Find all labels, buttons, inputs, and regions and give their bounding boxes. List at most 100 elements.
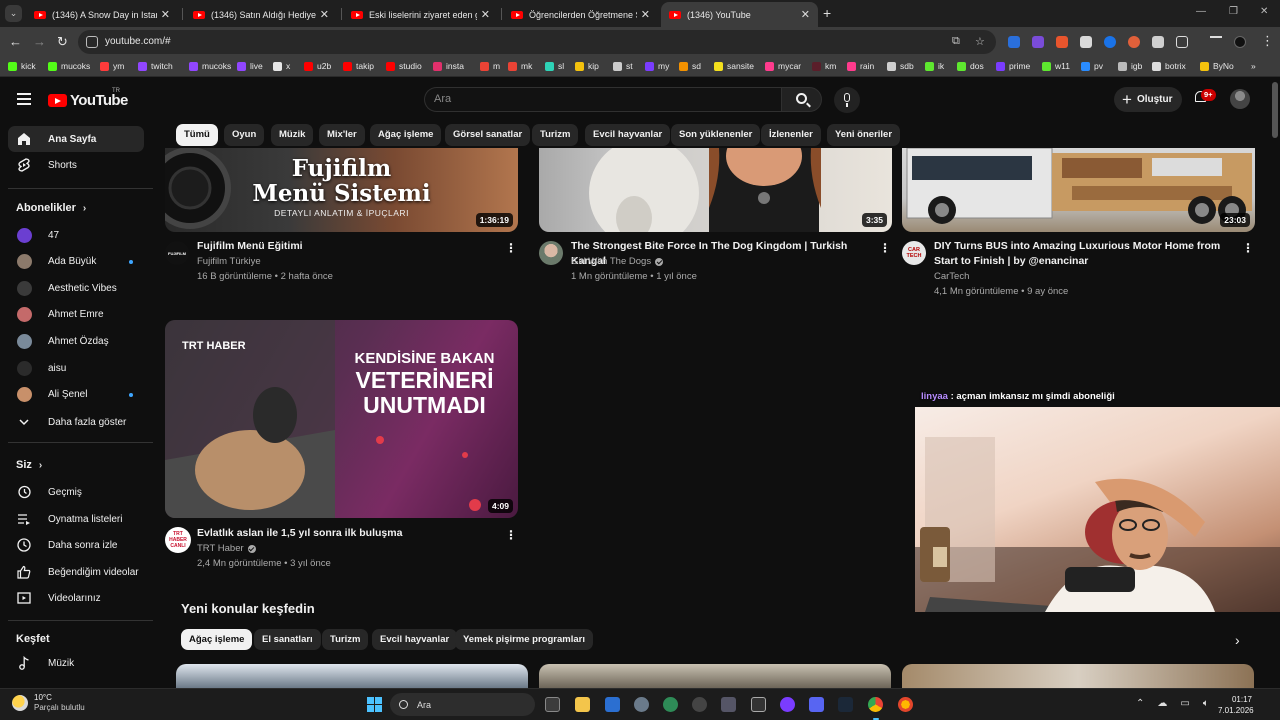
store-icon[interactable] (605, 697, 620, 712)
bookmark-item[interactable]: kip (575, 61, 599, 71)
taskbar-clock[interactable]: 01:17 7.01.2026 (1218, 694, 1254, 716)
chevron-right-icon[interactable]: › (1235, 632, 1240, 648)
sidebar-subscription-item[interactable]: aisu (8, 355, 144, 381)
page-scrollbar-thumb[interactable] (1272, 82, 1278, 138)
bookmark-item[interactable]: mucoks (189, 61, 231, 71)
bookmark-item[interactable]: km (812, 61, 836, 71)
create-button[interactable]: + Oluştur (1114, 87, 1182, 112)
extension-icon[interactable] (1104, 36, 1116, 48)
bookmark-item[interactable]: mk (508, 61, 532, 71)
filter-chip[interactable]: Ağaç işleme (370, 124, 442, 146)
sidebar-item-watch-later[interactable]: Daha sonra izle (8, 532, 144, 558)
video-title[interactable]: DIY Turns BUS into Amazing Luxurious Mot… (934, 239, 1239, 269)
sidebar-subscription-item[interactable]: Aesthetic Vibes (8, 275, 144, 301)
close-icon[interactable]: ✕ (320, 8, 329, 21)
bookmark-item[interactable]: m (480, 61, 500, 71)
bookmark-item[interactable]: studio (386, 61, 422, 71)
search-input[interactable] (434, 93, 764, 105)
sidebar-subscription-item[interactable]: 47 (8, 222, 144, 248)
settings-gear-icon[interactable] (634, 697, 649, 712)
subscriptions-heading[interactable]: Abonelikler › (16, 202, 86, 214)
search-button[interactable] (781, 87, 822, 112)
video-thumbnail[interactable]: Fujifilm Menü Sistemi DETAYLI ANLATIM & … (165, 148, 518, 232)
sidebar-item-music[interactable]: Müzik (8, 650, 144, 676)
onedrive-icon[interactable]: ☁ (1157, 698, 1167, 709)
volume-icon[interactable]: 🔈︎ (1203, 698, 1209, 709)
bookmark-item[interactable]: my (645, 61, 669, 71)
bookmark-star-icon[interactable]: ☆ (975, 35, 985, 48)
sidebar-item-playlists[interactable]: Oynatma listeleri (8, 506, 144, 532)
topic-chip[interactable]: Evcil hayvanlar (372, 629, 458, 650)
extension-icon[interactable] (1080, 36, 1092, 48)
more-options-icon[interactable]: ⋮ (1241, 241, 1255, 255)
sidebar-subscription-item[interactable]: Ahmet Emre (8, 302, 144, 328)
firefox-icon[interactable] (898, 697, 913, 712)
install-app-icon[interactable]: ⧉ (952, 35, 960, 48)
account-avatar[interactable] (1230, 89, 1250, 109)
sidebar-subscription-item[interactable]: Ada Büyük (8, 249, 144, 275)
sidebar-item-liked-videos[interactable]: Beğendiğim videolar (8, 559, 144, 585)
bookmarks-overflow-button[interactable]: » (1251, 61, 1256, 71)
channel-avatar[interactable]: FUJIFILM (165, 241, 189, 265)
extension-icon[interactable] (1008, 36, 1020, 48)
restore-icon[interactable]: ❐ (1229, 6, 1238, 17)
new-tab-button[interactable]: + (823, 5, 831, 21)
video-thumbnail[interactable]: 3:35 (539, 148, 892, 232)
browser-tab[interactable]: (1346) A Snow Day in Istanbul · ✕ (26, 2, 178, 27)
browser-tab[interactable]: (1346) Satın Aldığı Hediyenin İl ✕ (185, 2, 337, 27)
more-options-icon[interactable]: ⋮ (504, 241, 518, 255)
bookmark-item[interactable]: mycar (765, 61, 801, 71)
app-icon[interactable] (780, 697, 795, 712)
you-heading[interactable]: Siz › (16, 459, 42, 471)
bookmark-item[interactable]: sl (545, 61, 564, 71)
chrome-icon[interactable] (868, 697, 883, 712)
more-options-icon[interactable]: ⋮ (504, 528, 518, 542)
bookmark-item[interactable]: botrix (1152, 61, 1186, 71)
show-more-button[interactable]: Daha fazla göster (8, 409, 144, 435)
channel-name[interactable]: TRT Haber (197, 543, 256, 554)
bookmark-item[interactable]: sansite (714, 61, 754, 71)
browser-tab-active[interactable]: (1346) YouTube ✕ (661, 2, 818, 27)
close-icon[interactable]: ✕ (161, 8, 170, 21)
filter-chip[interactable]: İzlenenler (761, 124, 821, 146)
channel-avatar[interactable] (539, 241, 563, 265)
sidebar-item-your-videos[interactable]: Videolarınız (8, 585, 144, 611)
topic-video-thumbnail[interactable] (902, 664, 1254, 688)
channel-name[interactable]: CarTech (934, 271, 969, 282)
browser-tab[interactable]: Öğrencilerden Öğretmene Şaşı ✕ (503, 2, 658, 27)
steam-icon[interactable] (838, 697, 853, 712)
app-icon[interactable] (721, 697, 736, 712)
bookmark-item[interactable]: takip (343, 61, 374, 71)
app-icon[interactable] (663, 697, 678, 712)
channel-avatar[interactable]: CAR TECH (902, 241, 926, 265)
weather-widget[interactable]: 10°C Parçalı bulutlu (12, 693, 85, 713)
more-options-icon[interactable]: ⋮ (878, 241, 892, 255)
minimize-icon[interactable]: — (1196, 6, 1206, 17)
bookmark-item[interactable]: rain (847, 61, 874, 71)
windows-start-icon[interactable] (367, 697, 382, 712)
app-icon[interactable] (692, 697, 707, 712)
bookmark-item[interactable]: igb (1118, 61, 1142, 71)
file-explorer-icon[interactable] (575, 697, 590, 712)
forward-arrow-icon[interactable]: → (33, 34, 46, 49)
close-icon[interactable]: ✕ (481, 8, 490, 21)
menu-dots-icon[interactable]: ⋮ (1261, 33, 1274, 49)
reload-icon[interactable]: ↻ (57, 34, 68, 50)
filter-chip[interactable]: Oyun (224, 124, 265, 146)
bookmark-item[interactable]: prime (996, 61, 1030, 71)
bookmark-item[interactable]: dos (957, 61, 984, 71)
filter-chip[interactable]: Turizm (532, 124, 579, 146)
hamburger-menu-icon[interactable] (17, 93, 31, 105)
topic-chip[interactable]: El sanatları (254, 629, 321, 650)
channel-name[interactable]: Fujifilm Türkiye (197, 256, 261, 267)
topic-video-thumbnail[interactable] (176, 664, 528, 688)
taskbar-search-box[interactable]: Ara (390, 693, 535, 716)
discord-icon[interactable] (809, 697, 824, 712)
sidebar-item-shorts[interactable]: Shorts (8, 152, 144, 178)
bookmark-item[interactable]: st (613, 61, 633, 71)
sidebar-item-history[interactable]: Geçmiş (8, 479, 144, 505)
browser-tab[interactable]: Eski liselerini ziyaret eden genç ✕ (343, 2, 498, 27)
url-text[interactable]: youtube.com/# (105, 36, 171, 47)
media-controls-icon[interactable] (1210, 36, 1222, 44)
video-card[interactable]: 23:03 CAR TECH DIY Turns BUS into Amazin… (902, 148, 1255, 303)
